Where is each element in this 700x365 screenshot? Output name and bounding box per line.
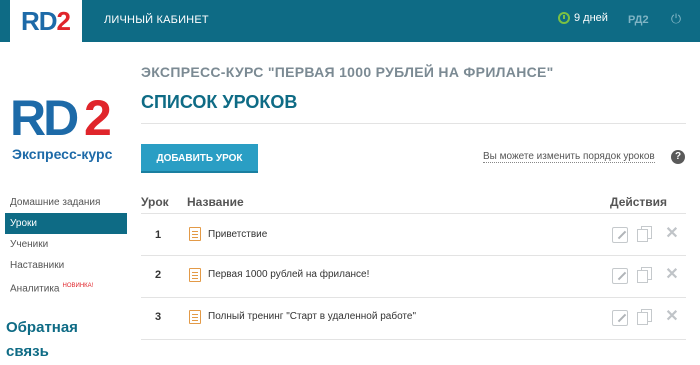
user-menu[interactable]: РД2 xyxy=(628,14,649,26)
edit-icon[interactable] xyxy=(612,310,628,326)
divider xyxy=(141,123,686,124)
new-badge: НОВИНКА! xyxy=(62,283,94,289)
delete-icon[interactable]: ✕ xyxy=(664,267,680,283)
top-bar: RD 2 ЛИЧНЫЙ КАБИНЕТ 9 дней РД2 ⏻ xyxy=(0,0,700,42)
sidebar-item-students[interactable]: Ученики xyxy=(5,234,127,255)
lesson-name[interactable]: Первая 1000 рублей на фрилансе! xyxy=(208,269,369,280)
document-icon xyxy=(189,227,201,241)
sidebar-item-label: Ученики xyxy=(10,239,49,250)
course-title: ЭКСПРЕСС-КУРС "ПЕРВАЯ 1000 РУБЛЕЙ НА ФРИ… xyxy=(141,64,554,80)
help-icon[interactable]: ? xyxy=(671,150,685,164)
copy-icon[interactable] xyxy=(637,226,653,242)
copy-icon[interactable] xyxy=(637,267,653,283)
days-left-text: 9 дней xyxy=(574,12,608,24)
column-header-name: Название xyxy=(187,195,244,209)
delete-icon[interactable]: ✕ xyxy=(664,226,680,242)
lesson-name[interactable]: Приветствие xyxy=(208,229,267,240)
add-lesson-button[interactable]: ДОБАВИТЬ УРОК xyxy=(141,144,258,173)
sidebar-item-lessons[interactable]: Уроки xyxy=(5,213,127,234)
course-logo: RD 2 Экспресс-курс xyxy=(8,88,126,180)
delete-icon[interactable]: ✕ xyxy=(664,309,680,325)
table-row: 2 Первая 1000 рублей на фрилансе! ✕ xyxy=(141,256,686,298)
table-row: 1 Приветствие ✕ xyxy=(141,214,686,256)
column-header-actions: Действия xyxy=(610,195,668,209)
header-logo[interactable]: RD 2 xyxy=(10,0,82,42)
lesson-number: 2 xyxy=(154,269,162,281)
cabinet-link[interactable]: ЛИЧНЫЙ КАБИНЕТ xyxy=(104,14,209,26)
lesson-name[interactable]: Полный тренинг "Старт в удаленной работе… xyxy=(208,311,416,322)
sidebar-item-label: Аналитика xyxy=(10,283,60,295)
sidebar-item-homework[interactable]: Домашние задания xyxy=(5,192,127,213)
header-logo-rd: RD xyxy=(20,5,58,36)
sidebar-nav: Домашние задания Уроки Ученики Наставник… xyxy=(5,192,127,297)
edit-icon[interactable] xyxy=(612,268,628,284)
lesson-number: 3 xyxy=(154,311,162,323)
reorder-hint-link[interactable]: Вы можете изменить порядок уроков xyxy=(483,151,655,163)
document-icon xyxy=(189,268,201,282)
course-logo-subtitle: Экспресс-курс xyxy=(12,146,113,162)
edit-icon[interactable] xyxy=(612,227,628,243)
lesson-number: 1 xyxy=(154,229,162,241)
power-icon[interactable]: ⏻ xyxy=(669,12,683,26)
feedback-link[interactable]: Обратная связь xyxy=(6,316,106,364)
course-logo-2: 2 xyxy=(84,90,112,146)
page-title: СПИСОК УРОКОВ xyxy=(141,92,298,112)
header-logo-2: 2 xyxy=(56,5,72,36)
sidebar-item-analytics[interactable]: Аналитика НОВИНКА! xyxy=(5,276,127,297)
divider xyxy=(141,339,686,340)
sidebar-item-label: Домашние задания xyxy=(10,197,101,208)
sidebar-item-label: Уроки xyxy=(10,218,37,229)
subscription-days: 9 дней xyxy=(558,12,608,24)
sidebar-item-mentors[interactable]: Наставники xyxy=(5,255,127,276)
sidebar-item-label: Наставники xyxy=(10,260,65,271)
course-logo-rd: RD xyxy=(10,90,79,146)
copy-icon[interactable] xyxy=(637,309,653,325)
document-icon xyxy=(189,310,201,324)
column-header-lesson: Урок xyxy=(141,195,169,209)
clock-icon xyxy=(558,12,570,24)
table-row: 3 Полный тренинг "Старт в удаленной рабо… xyxy=(141,298,686,340)
